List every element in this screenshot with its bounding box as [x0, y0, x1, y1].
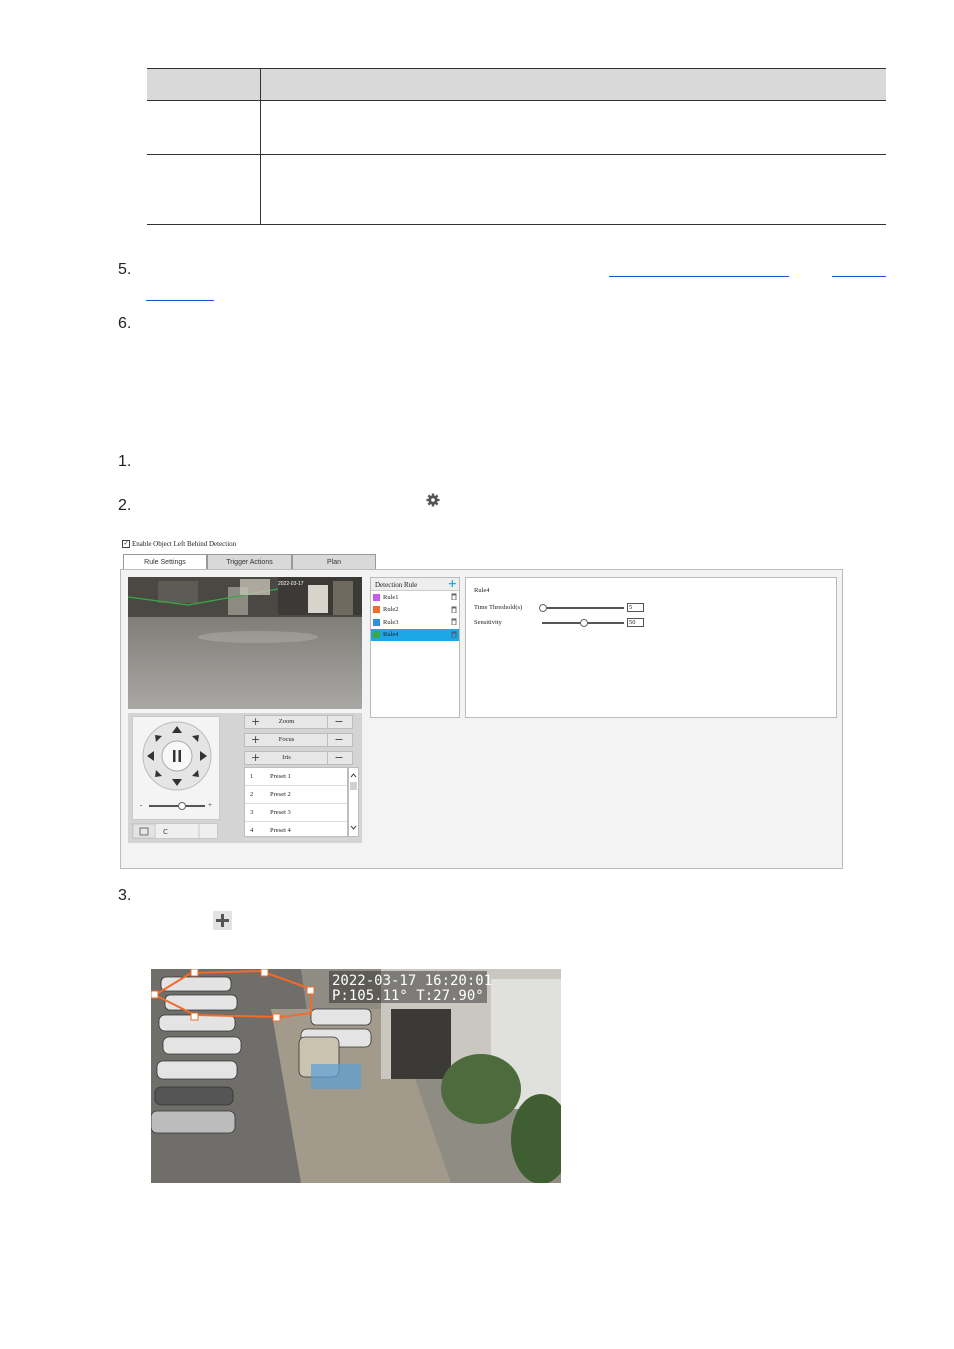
time-threshold-knob[interactable] [539, 604, 547, 612]
preset-row[interactable]: 3 Preset 3 [245, 804, 347, 822]
preset-row[interactable]: 1 Preset 1 [245, 768, 347, 786]
trash-icon[interactable] [451, 618, 457, 625]
preset-name: Preset 4 [270, 827, 291, 834]
rule-color-swatch [373, 618, 380, 626]
time-threshold-slider[interactable] [542, 607, 624, 609]
time-threshold-label: Time Threshold(s) [474, 604, 523, 611]
step-2-number: 2. [118, 497, 132, 514]
preset-name: Preset 2 [270, 791, 291, 798]
sensitivity-label: Sensitivity [474, 619, 502, 626]
link-underline-2[interactable] [832, 276, 886, 277]
direction-pad: - + [132, 716, 220, 820]
speed-plus: + [208, 801, 212, 809]
step-5-number: 5. [118, 261, 132, 278]
zoom-out-icon[interactable]: − [327, 716, 350, 728]
step-6-number: 6. [118, 315, 132, 332]
ptz-speed-knob[interactable] [178, 802, 186, 810]
link-underline-1[interactable] [609, 276, 789, 277]
camera-snapshot: 2022-03-17 16:20:01 P:105.11° T:27.90° [151, 969, 561, 1183]
preset-row[interactable]: 2 Preset 2 [245, 786, 347, 804]
rule-color-swatch [373, 606, 380, 613]
snapshot-position: P:105.11° T:27.90° [332, 988, 484, 1004]
table-row-line [147, 154, 886, 155]
tab-content: 2022-03-17 - + C + Zoom − + Focus − + Ir… [120, 569, 843, 869]
scroll-up-icon[interactable] [350, 773, 357, 778]
rule-item[interactable]: Rule1 [371, 591, 459, 603]
zoom-control[interactable]: + Zoom − [244, 715, 353, 729]
link-underline-3[interactable] [146, 300, 214, 301]
iris-control[interactable]: + Iris − [244, 751, 353, 765]
speed-minus: - [140, 801, 143, 809]
sensitivity-knob[interactable] [580, 619, 588, 627]
sensitivity-input[interactable]: 50 [627, 618, 644, 627]
time-threshold-input[interactable]: 5 [627, 603, 644, 612]
rule-item[interactable]: Rule2 [371, 604, 459, 616]
table-bottom-line [147, 224, 886, 225]
refresh-icon[interactable]: C [163, 828, 168, 836]
rule-color-swatch [373, 631, 380, 638]
gear-icon[interactable] [425, 492, 441, 508]
checkbox-box[interactable]: ✓ [122, 540, 130, 548]
tab-rule-settings[interactable]: Rule Settings [123, 554, 207, 569]
rule-item[interactable]: Rule3 [371, 616, 459, 628]
trash-icon[interactable] [451, 631, 457, 638]
detection-rule-list: Detection Rule + Rule1 Rule2 Rule3 Rule4 [370, 577, 460, 718]
preset-number: 3 [250, 809, 254, 816]
rule-detail-title: Rule4 [474, 587, 490, 594]
detection-config-screenshot: ✓ Enable Object Left Behind Detection Ru… [119, 538, 845, 870]
rule-item[interactable]: Rule4 [371, 628, 459, 641]
ptz-panel: - + C + Zoom − + Focus − + Iris − 1 Pres… [128, 713, 362, 843]
rule-name: Rule3 [383, 618, 399, 626]
preset-number: 4 [250, 827, 254, 834]
tab-plan[interactable]: Plan [292, 554, 376, 569]
iris-close-icon[interactable]: − [327, 752, 350, 764]
table-header [147, 68, 886, 101]
rule-list-title: Detection Rule [375, 581, 418, 589]
step-1-number: 1. [118, 453, 132, 470]
enable-detection-label: Enable Object Left Behind Detection [132, 540, 237, 548]
rule-color-swatch [373, 593, 380, 601]
focus-out-icon[interactable]: − [327, 734, 350, 746]
preset-number: 2 [250, 791, 254, 798]
step-3-number: 3. [118, 887, 132, 904]
preset-list: 1 Preset 1 2 Preset 2 3 Preset 3 4 Preset 4 [244, 767, 348, 840]
ptz-speed-slider[interactable] [149, 805, 205, 807]
preset-name: Preset 1 [270, 773, 291, 780]
add-icon [213, 911, 232, 930]
preset-name: Preset 3 [270, 809, 291, 816]
preset-scrollbar[interactable] [348, 767, 359, 837]
rule-name: Rule2 [383, 606, 399, 613]
ptz-toolbar: C [132, 823, 218, 839]
rule-name: Rule1 [383, 593, 399, 601]
table-divider [260, 68, 261, 225]
trash-icon[interactable] [451, 606, 457, 613]
video-overlay-text: 2022-03-17 [278, 581, 304, 587]
live-video[interactable]: 2022-03-17 [128, 577, 362, 709]
rule-detail-panel: Rule4 Time Threshold(s) 5 Sensitivity 50 [465, 577, 837, 718]
preset-row[interactable]: 4 Preset 4 [245, 822, 347, 840]
rule-list-header: Detection Rule + [371, 577, 459, 591]
trash-icon[interactable] [451, 593, 457, 600]
info-table [147, 68, 886, 225]
preset-number: 1 [250, 773, 254, 780]
add-rule-icon[interactable]: + [448, 577, 457, 590]
focus-label: Focus [278, 736, 295, 743]
zoom-label: Zoom [278, 718, 295, 725]
tab-bar: Rule Settings Trigger Actions Plan [123, 554, 376, 569]
snapshot-timestamp: 2022-03-17 16:20:01 [332, 973, 492, 989]
rule-name: Rule4 [383, 631, 399, 638]
tab-trigger-actions[interactable]: Trigger Actions [207, 554, 292, 569]
iris-label: Iris [282, 754, 291, 761]
scroll-down-icon[interactable] [350, 825, 357, 830]
enable-detection-checkbox[interactable]: ✓ Enable Object Left Behind Detection [122, 540, 236, 548]
focus-control[interactable]: + Focus − [244, 733, 353, 747]
